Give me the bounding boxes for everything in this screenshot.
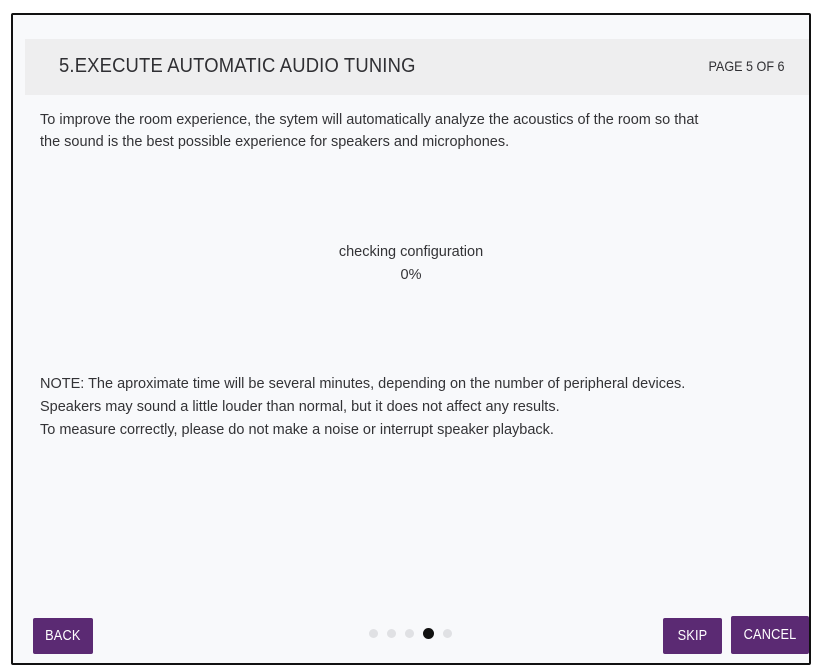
note-line: To measure correctly, please do not make… — [40, 422, 554, 438]
cancel-button[interactable]: CANCEL — [731, 616, 809, 654]
page-dot-5[interactable] — [443, 628, 452, 638]
page-dot-2[interactable] — [387, 628, 396, 638]
page-dot-1[interactable] — [369, 628, 378, 638]
description-line: To improve the room experience, the syte… — [40, 112, 699, 128]
note-line: Speakers may sound a little louder than … — [40, 399, 560, 415]
page-title: 5.EXECUTE AUTOMATIC AUDIO TUNING — [59, 55, 416, 77]
skip-button-label: SKIP — [677, 627, 708, 644]
wizard-header: 5.EXECUTE AUTOMATIC AUDIO TUNING PAGE 5 … — [25, 39, 809, 95]
description-text: To improve the room experience, the syte… — [40, 109, 795, 153]
progress-percent: 0% — [400, 267, 422, 283]
page-dot-3[interactable] — [405, 628, 414, 638]
pagination-dots — [369, 627, 461, 639]
description-line: the sound is the best possible experienc… — [40, 134, 510, 150]
cancel-button-label: CANCEL — [743, 626, 797, 643]
note-text: NOTE: The aproximate time will be severa… — [40, 373, 800, 442]
wizard-dialog: 5.EXECUTE AUTOMATIC AUDIO TUNING PAGE 5 … — [11, 13, 811, 665]
page-dot-4-active[interactable] — [423, 627, 434, 639]
page-indicator: PAGE 5 OF 6 — [708, 58, 785, 74]
status-block: checking configuration 0% — [13, 241, 809, 287]
note-line: NOTE: The aproximate time will be severa… — [40, 376, 686, 392]
status-label: checking configuration — [338, 244, 484, 260]
back-button[interactable]: BACK — [33, 618, 93, 654]
skip-button[interactable]: SKIP — [663, 618, 722, 654]
back-button-label: BACK — [45, 627, 81, 644]
